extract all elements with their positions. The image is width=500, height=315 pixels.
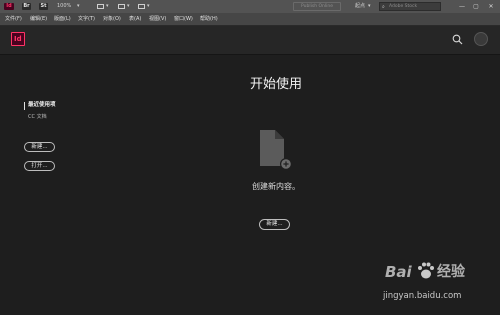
zoom-level[interactable]: 100% [57,0,71,13]
watermark-brand-left: Bai [385,263,412,281]
sidebar-open-button[interactable]: 打开... [24,161,55,171]
menu-view[interactable]: 视图(V) [149,13,166,25]
indesign-logo[interactable]: Id [11,32,25,46]
app-top-bar: Id Br St 100% ▾ ▾ ▾ ▾ Publish Online 起点 … [0,0,500,13]
workspace-switcher[interactable]: 起点 [355,0,365,13]
arrange-documents-icon[interactable] [138,4,145,9]
watermark-url: jingyan.baidu.com [383,291,462,301]
empty-state-text: 创建新内容。 [252,182,300,191]
paw-icon [418,262,434,279]
app-logo-small[interactable]: Id [4,3,14,10]
zoom-dropdown-icon[interactable]: ▾ [77,0,80,13]
arrange-dropdown-icon[interactable]: ▾ [147,0,150,13]
menu-help[interactable]: 帮助(H) [200,13,218,25]
view-options-dropdown-icon[interactable]: ▾ [106,0,109,13]
publish-online-button[interactable]: Publish Online [293,2,341,11]
stock-search-field[interactable]: ⌕ Adobe Stock [379,2,441,11]
close-button[interactable]: ✕ [485,0,497,13]
search-icon[interactable] [452,34,463,45]
menu-bar: 文件(F) 编辑(E) 版面(L) 文字(T) 对象(O) 表(A) 视图(V)… [0,13,500,26]
page-title: 开始使用 [249,77,302,92]
sidebar-new-button[interactable]: 新建... [24,142,55,152]
menu-window[interactable]: 窗口(W) [174,13,193,25]
menu-layout[interactable]: 版面(L) [54,13,71,25]
recent-section-marker [24,102,25,110]
minimize-button[interactable]: — [456,0,468,13]
cc-documents-link[interactable]: CC 文档 [28,113,47,121]
menu-edit[interactable]: 编辑(E) [30,13,47,25]
workspace-dropdown-icon[interactable]: ▾ [368,0,371,13]
home-header: Id [0,26,500,55]
maximize-button[interactable]: ▢ [470,0,482,13]
watermark-brand-right: 经验 [437,264,465,280]
screen-mode-icon[interactable] [118,4,125,9]
view-options-icon[interactable] [97,4,104,9]
document-add-icon[interactable] [256,128,296,172]
menu-table[interactable]: 表(A) [129,13,141,25]
recent-section-title[interactable]: 最近使用项 [28,101,56,110]
start-workspace: 最近使用项 CC 文档 新建... 打开... 开始使用 创建新内容。 新建..… [0,55,500,315]
baidu-watermark: Bai 经验 jingyan.baidu.com [383,255,495,313]
screen-mode-dropdown-icon[interactable]: ▾ [127,0,130,13]
menu-file[interactable]: 文件(F) [5,13,22,25]
center-new-button[interactable]: 新建... [259,219,290,230]
stock-search-icon: ⌕ [382,4,385,10]
user-avatar[interactable] [474,32,488,46]
bridge-badge[interactable]: Br [22,3,31,10]
stock-search-placeholder: Adobe Stock [389,4,418,9]
menu-object[interactable]: 对象(O) [103,13,121,25]
indesign-logo-text: Id [14,35,22,43]
menu-type[interactable]: 文字(T) [78,13,95,25]
stock-badge[interactable]: St [39,3,48,10]
